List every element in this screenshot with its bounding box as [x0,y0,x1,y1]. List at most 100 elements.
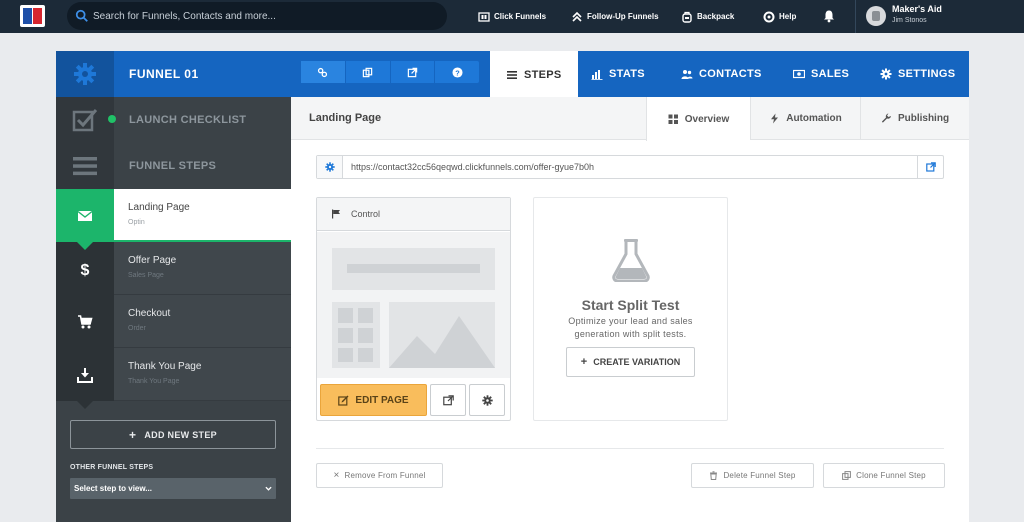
step-type: Order [128,325,146,332]
tab-publishing[interactable]: Publishing [860,97,969,140]
flag-icon [332,209,340,219]
control-label: Control [351,209,381,219]
edit-page-label: EDIT PAGE [355,394,409,406]
external-link-icon [925,162,936,172]
nav-help[interactable]: Help [763,0,796,33]
tab-automation[interactable]: Automation [750,97,860,140]
sidebar-funnel-steps[interactable]: FUNNEL STEPS [56,143,291,189]
remove-from-funnel-button[interactable]: × Remove From Funnel [316,463,443,488]
page-settings-button[interactable] [469,384,505,416]
tab-steps[interactable]: STEPS [490,51,578,98]
svg-text:?: ? [455,68,460,77]
step-name: Thank You Page [128,361,202,372]
external-link-icon [442,394,454,405]
tab-settings[interactable]: SETTINGS [880,51,955,97]
link-button[interactable] [301,61,346,83]
delete-funnel-step-button[interactable]: Delete Funnel Step [691,463,814,488]
steps-icon-cell [56,143,114,189]
funnel-title: FUNNEL 01 [129,67,199,81]
tab-stats[interactable]: STATS [591,51,645,97]
clickfunnels-logo[interactable] [20,5,45,27]
main-panel: Landing Page Overview Automation Publish… [291,97,969,522]
step-type: Sales Page [128,272,164,279]
tab-contacts[interactable]: CONTACTS [681,51,762,97]
tab-label: SETTINGS [898,68,956,80]
edit-icon [338,395,349,406]
page-subheader: Landing Page Overview Automation Publish… [291,97,969,141]
tab-sales[interactable]: SALES [793,51,849,97]
funnel-settings-button[interactable] [56,51,114,97]
open-external-button[interactable] [391,61,436,83]
download-icon [77,367,93,383]
bolt-icon [771,113,779,124]
page-placeholder-image [332,248,495,368]
topbar-divider [855,0,856,33]
funnel-logo-icon [478,11,490,22]
tab-overview[interactable]: Overview [646,97,750,141]
copy-button[interactable] [346,61,391,83]
create-variation-button[interactable]: + CREATE VARIATION [566,347,695,377]
user-name: Maker's Aid [892,4,942,14]
sidebar-step-landing-page[interactable]: Landing Page Optin [56,189,291,250]
flask-icon [612,239,650,282]
sidebar-launch-checklist[interactable]: LAUNCH CHECKLIST [56,97,291,143]
cart-icon [78,314,93,328]
add-new-step-button[interactable]: + ADD NEW STEP [70,420,276,449]
tab-label: Automation [786,113,842,124]
add-step-label: ADD NEW STEP [144,429,217,440]
tab-label: Publishing [897,113,950,124]
link-icon [318,67,328,77]
url-settings-button[interactable] [317,156,343,178]
edit-page-button[interactable]: EDIT PAGE [320,384,427,416]
tab-label: Overview [684,113,730,125]
delete-label: Delete Funnel Step [723,471,796,480]
other-funnel-steps-label: OTHER FUNNEL STEPS [70,464,154,471]
envelope-icon [77,210,93,221]
nav-follow-up-funnels[interactable]: Follow-Up Funnels [571,0,659,33]
clone-funnel-step-button[interactable]: Clone Funnel Step [823,463,945,488]
search-icon [75,9,88,22]
copy-icon [362,67,373,77]
preview-page-button[interactable] [430,384,466,416]
gear-icon [481,394,493,406]
external-link-icon [407,67,418,77]
split-test-description: Optimize your lead and sales generation … [568,316,693,339]
chevron-down-icon [265,486,272,491]
page-thumbnail[interactable] [317,232,510,378]
nav-backpack[interactable]: Backpack [681,0,734,33]
open-url-button[interactable] [917,156,943,178]
tab-label: CONTACTS [699,68,762,80]
global-search[interactable] [67,2,447,30]
clone-label: Clone Funnel Step [856,471,926,480]
step-icon-cell [56,189,114,250]
gear-icon [880,68,892,80]
nav-label: Help [779,12,797,21]
avatar [866,6,886,26]
bell-icon[interactable] [822,9,836,23]
page-url-field[interactable] [351,156,911,178]
step-name: Offer Page [128,255,177,266]
launch-checklist-label: LAUNCH CHECKLIST [129,114,247,126]
checklist-icon-cell [56,97,114,143]
chevrons-up-icon [572,11,582,22]
help-icon [763,11,775,22]
page-url-bar [316,155,944,179]
backpack-icon [682,11,692,23]
control-variant-card: Control EDIT PAGE [316,197,511,421]
search-input[interactable] [93,2,433,30]
question-icon: ? [452,66,463,78]
tab-label: STEPS [524,68,562,81]
step-name: Landing Page [128,202,190,213]
help-button[interactable]: ? [435,61,479,83]
funnel-header: FUNNEL 01 ? STEPS STATS CONTACTS SALES S… [56,51,969,98]
page-title: Landing Page [309,112,382,124]
other-steps-select[interactable]: Select step to view... [70,478,276,499]
funnel-steps-label: FUNNEL STEPS [129,160,217,172]
svg-text:$: $ [81,262,90,277]
plus-icon: + [580,356,588,368]
wrench-icon [881,113,891,123]
sidebar: LAUNCH CHECKLIST FUNNEL STEPS Landing Pa… [56,97,291,522]
control-card-header: Control [317,198,510,231]
nav-label: Follow-Up Funnels [587,12,659,21]
nav-click-funnels[interactable]: Click Funnels [478,0,546,33]
